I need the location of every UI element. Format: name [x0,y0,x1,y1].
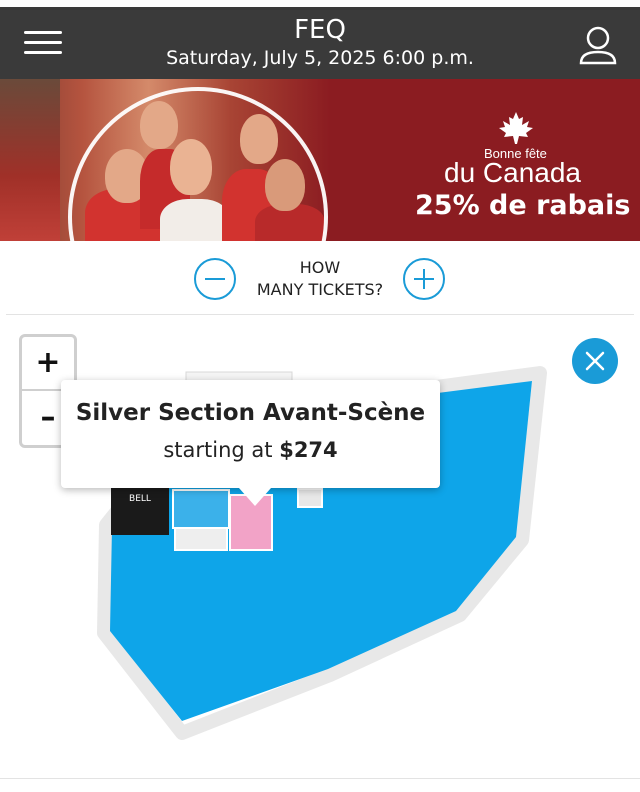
banner-line2: du Canada [444,157,582,188]
tooltip-price: $274 [279,438,338,462]
section-small-box[interactable] [297,488,323,508]
promo-banner[interactable]: Bonne fête du Canada 25% de rabais [0,79,640,241]
maple-leaf-icon [499,112,533,144]
section-bell-label: BELL [129,494,151,504]
banner-photo [0,79,330,241]
section-tooltip: Silver Section Avant-Scène starting at $… [61,380,440,506]
event-title: FEQ [294,15,346,45]
banner-discount: 25% de rabais [415,190,631,221]
top-header: FEQ Saturday, July 5, 2025 6:00 p.m. [0,7,640,79]
section-grey[interactable] [174,527,228,551]
event-datetime: Saturday, July 5, 2025 6:00 p.m. [166,47,474,69]
user-account-icon[interactable] [578,25,618,67]
bottom-divider [0,778,640,779]
how-many-tickets-label: HOW MANY TICKETS? [256,258,384,299]
increase-tickets-button[interactable] [403,258,445,300]
section-light-blue[interactable] [172,489,230,529]
tooltip-price-line: starting at $274 [61,438,440,462]
tooltip-section-name: Silver Section Avant-Scène [75,400,426,426]
decrease-tickets-button[interactable] [194,258,236,300]
tooltip-price-prefix: starting at [163,438,273,462]
seating-map[interactable]: BELL + – Silver Section Avant-Scène star… [0,315,640,778]
ticket-quantity-selector: HOW MANY TICKETS? [0,241,640,315]
close-icon[interactable] [572,338,618,384]
